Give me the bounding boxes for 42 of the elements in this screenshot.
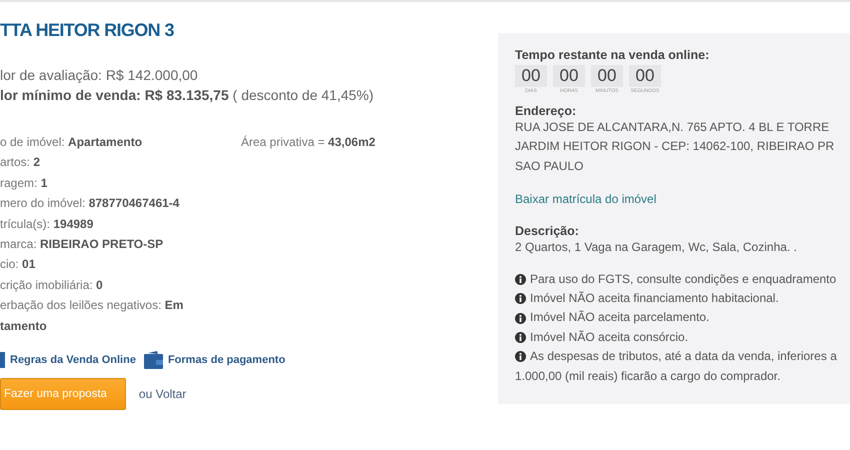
countdown-value: 00 xyxy=(515,65,547,87)
download-link[interactable]: Baixar matrícula do imóvel xyxy=(515,192,656,206)
field-line: o de imóvel: Apartamento xyxy=(0,134,142,151)
notice-text: Imóvel NÃO aceita consórcio. xyxy=(530,328,688,346)
address-line: JARDIM HEITOR RIGON - CEP: 14062-100, RIBEIRAO PR xyxy=(515,138,834,156)
countdown-value: 00 xyxy=(629,65,661,87)
price-line: lor mínimo de venda: R$ 83.135,75 ( desconto de 41,45%) xyxy=(0,86,374,105)
field-line: cio: 01 xyxy=(0,256,36,274)
description-text: 2 Quartos, 1 Vaga na Garagem, Wc, Sala, Cozinha. . xyxy=(515,239,797,256)
field-line: marca: RIBEIRAO PRETO-SP xyxy=(0,236,164,254)
notice-text: 1.000,00 (mil reais) ficarão a cargo do comprador. xyxy=(515,368,780,385)
info-icon xyxy=(515,351,526,362)
notice-text: Para uso do FGTS, consulte condições e enquadramento xyxy=(530,270,836,288)
back-link[interactable]: ou Voltar xyxy=(138,387,186,402)
field-line: tamento xyxy=(0,318,47,335)
timer-title: Tempo restante na venda online: xyxy=(515,48,710,62)
field-line: erbação dos leilões negativos: Em xyxy=(0,297,184,314)
price-line: lor de avaliação: R$ 142.000,00 xyxy=(0,66,198,85)
field-line: mero do imóvel: 878770467461-4 xyxy=(0,195,180,212)
page-title: TTA HEITOR RIGON 3 xyxy=(0,20,174,41)
info-icon xyxy=(515,332,526,344)
link[interactable]: Formas de pagamento xyxy=(168,354,286,366)
field-line: crição imobiliária: 0 xyxy=(0,276,103,294)
field-line: ragem: 1 xyxy=(0,174,48,192)
address-line: RUA JOSE DE ALCANTARA,N. 765 APTO. 4 BL E TORRE xyxy=(515,119,830,136)
notice-text: As despesas de tributos, até a data da venda, inferiores a xyxy=(530,348,837,366)
description-title: Descrição: xyxy=(515,224,579,238)
info-icon xyxy=(515,274,526,285)
field-line: artos: 2 xyxy=(0,154,40,172)
address-line: SAO PAULO xyxy=(515,158,584,175)
wallet-icon xyxy=(144,350,163,370)
countdown-value: 00 xyxy=(553,65,585,87)
link[interactable]: Regras da Venda Online xyxy=(10,354,136,366)
notice-text: Imóvel NÃO aceita financiamento habitacional. xyxy=(530,290,779,308)
area-line: Área privativa = 43,06m2 xyxy=(241,134,376,151)
countdown-value: 00 xyxy=(591,65,623,87)
book-icon xyxy=(0,352,5,368)
info-icon xyxy=(515,312,526,324)
notice-text: Imóvel NÃO aceita parcelamento. xyxy=(530,309,710,326)
address-title: Endereço: xyxy=(515,104,576,118)
field-line: trícula(s): 194989 xyxy=(0,216,94,233)
info-icon xyxy=(515,293,526,304)
